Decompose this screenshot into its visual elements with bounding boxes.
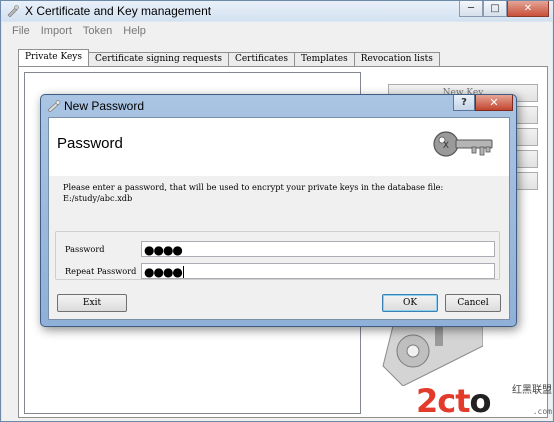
repeat-password-input[interactable]: ●●●●	[141, 263, 495, 279]
repeat-password-row: Repeat Password ●●●●	[65, 263, 499, 279]
password-value: ●●●●	[144, 243, 183, 257]
watermark-text: 2cto	[416, 382, 492, 420]
password-input[interactable]: ●●●●	[141, 241, 495, 257]
repeat-password-label: Repeat Password	[65, 266, 137, 276]
watermark-cn-text: 红黑联盟	[512, 385, 552, 396]
menu-token[interactable]: Token	[83, 25, 112, 37]
tab-certificates[interactable]: Certificates	[227, 52, 295, 66]
menu-import[interactable]: Import	[41, 25, 72, 37]
dialog-heading: Password	[57, 135, 123, 152]
key-icon: X	[433, 131, 493, 157]
dialog-header: Password X	[49, 118, 509, 176]
help-icon[interactable]: ?	[453, 95, 475, 111]
dialog-title: New Password	[64, 99, 145, 113]
dialog-titlebar[interactable]: New Password ? ✕	[41, 95, 516, 117]
window-controls: ─ □ ✕	[459, 1, 549, 17]
password-fields-group: Password ●●●● Repeat Password ●●●●	[55, 231, 500, 280]
menu-file[interactable]: File	[12, 25, 30, 37]
text-caret	[182, 266, 184, 278]
maximize-button[interactable]: □	[483, 1, 507, 17]
cancel-button[interactable]: Cancel	[445, 294, 501, 312]
close-icon[interactable]: ✕	[475, 95, 513, 111]
tab-templates[interactable]: Templates	[293, 52, 355, 66]
menu-help[interactable]: Help	[123, 25, 146, 37]
app-certificate-icon	[7, 5, 19, 17]
ok-button[interactable]: OK	[382, 294, 438, 312]
exit-button[interactable]: Exit	[57, 294, 127, 312]
watermark-url: .com	[532, 407, 552, 416]
tab-revocation-lists[interactable]: Revocation lists	[353, 52, 440, 66]
repeat-password-value: ●●●●	[144, 265, 184, 279]
password-label: Password	[65, 244, 105, 254]
description-text: Please enter a password, that will be us…	[63, 182, 444, 192]
database-path: E:/study/abc.xdb	[63, 193, 133, 203]
dialog-body: Password X Please enter a password, that…	[48, 117, 510, 320]
window-title: X Certificate and Key management	[25, 4, 212, 18]
tab-certificate-signing-requests[interactable]: Certificate signing requests	[88, 52, 229, 66]
minimize-button[interactable]: ─	[459, 1, 483, 17]
new-password-dialog: New Password ? ✕ Password X Please enter…	[40, 94, 517, 327]
dialog-description: Please enter a password, that will be us…	[63, 182, 503, 204]
tab-bar: Private Keys Certificate signing request…	[18, 49, 440, 66]
password-row: Password ●●●●	[65, 241, 499, 257]
watermark-logo: 2cto 红黑联盟 .com	[416, 379, 554, 422]
menu-bar: File Import Token Help	[2, 22, 552, 39]
svg-text:X: X	[443, 141, 449, 151]
window-titlebar[interactable]: X Certificate and Key management ─ □ ✕	[1, 1, 553, 21]
dialog-app-icon	[47, 100, 61, 112]
tab-private-keys[interactable]: Private Keys	[18, 49, 90, 66]
close-button[interactable]: ✕	[507, 1, 549, 17]
